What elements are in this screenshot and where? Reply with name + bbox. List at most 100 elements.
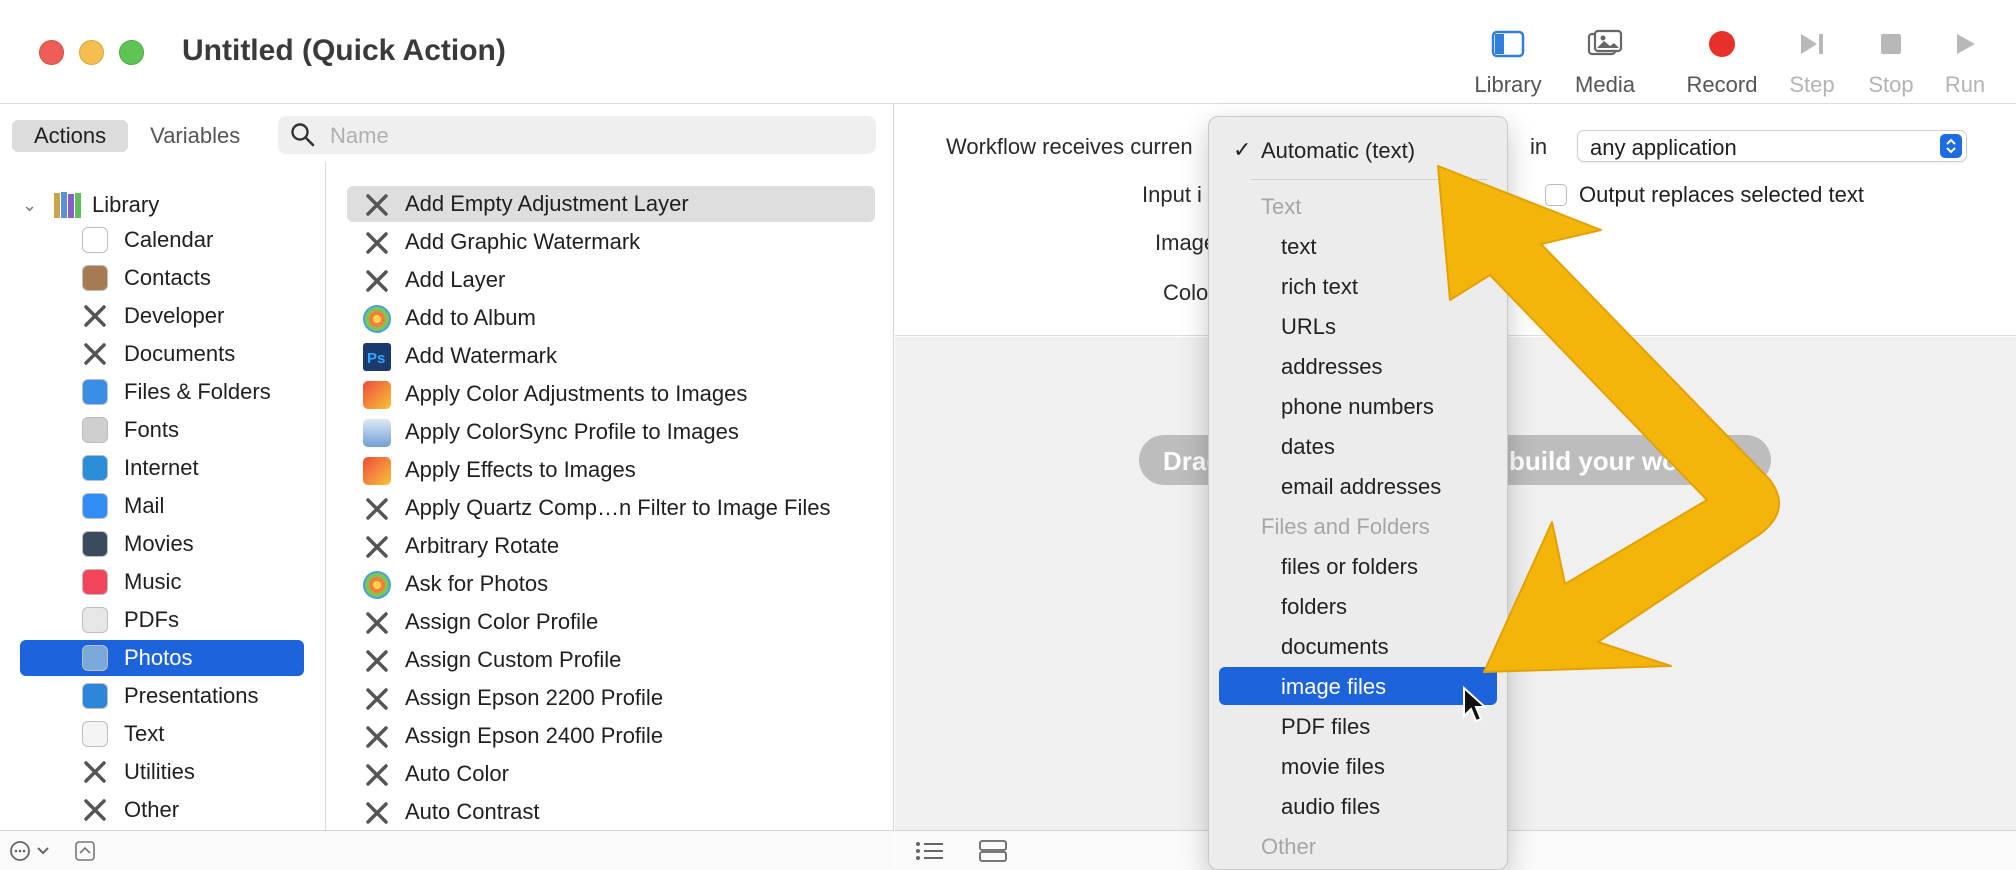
photos-icon <box>363 571 391 599</box>
search-input[interactable]: Name <box>278 116 876 154</box>
tab-variables[interactable]: Variables <box>128 120 262 152</box>
sidebar-item-internet[interactable]: Internet <box>20 450 304 486</box>
photoshop-icon: Ps <box>363 343 391 371</box>
action-item[interactable]: Apply ColorSync Profile to Images <box>347 414 875 450</box>
menu-item-automatic[interactable]: ✓ Automatic (text) <box>1219 131 1497 169</box>
sidebar-item-label: Calendar <box>124 227 214 252</box>
sidebar-item-pdfs[interactable]: PDFs <box>20 602 304 638</box>
sidebar-item-text[interactable]: Text <box>20 716 304 752</box>
menu-item-urls[interactable]: URLs <box>1219 307 1497 345</box>
action-item[interactable]: Add Empty Adjustment Layer <box>347 186 875 222</box>
menu-item-movie-files[interactable]: movie files <box>1219 747 1497 785</box>
sidebar-item-files-folders[interactable]: Files & Folders <box>20 374 304 410</box>
action-item[interactable]: Assign Custom Profile <box>347 642 875 678</box>
library-root[interactable]: ⌄ Library <box>22 188 159 222</box>
menu-section-header: Text <box>1219 187 1497 225</box>
description-toggle-icon[interactable] <box>74 840 96 867</box>
menu-item-folders[interactable]: folders <box>1219 587 1497 625</box>
tools-icon <box>363 267 391 295</box>
library-button[interactable]: Library <box>1453 22 1563 100</box>
tab-actions[interactable]: Actions <box>12 120 129 152</box>
sidebar-item-label: Fonts <box>124 417 180 442</box>
application-popup[interactable]: any application <box>1577 130 1967 162</box>
zoom-window-button[interactable] <box>119 40 144 65</box>
action-item[interactable]: Arbitrary Rotate <box>347 528 875 564</box>
output-replaces-option[interactable]: Output replaces selected text <box>1545 180 1864 210</box>
sidebar-item-music[interactable]: Music <box>20 564 304 600</box>
sidebar-item-photos[interactable]: Photos <box>20 640 304 676</box>
action-item[interactable]: Add Layer <box>347 262 875 298</box>
menu-item-label: movie files <box>1281 754 1385 779</box>
menu-item-phone-numbers[interactable]: phone numbers <box>1219 387 1497 425</box>
sidebar-item-contacts[interactable]: Contacts <box>20 260 304 296</box>
action-label: Add Layer <box>405 267 506 292</box>
sidebar-item-utilities[interactable]: Utilities <box>20 754 304 790</box>
search-icon <box>290 122 316 153</box>
sidebar-item-presentations[interactable]: Presentations <box>20 678 304 714</box>
sidebar-item-developer[interactable]: Developer <box>20 298 304 334</box>
action-item[interactable]: Auto Contrast <box>347 794 875 830</box>
action-item[interactable]: Ps Add Watermark <box>347 338 875 374</box>
menu-item-pdf-files[interactable]: PDF files <box>1219 707 1497 745</box>
workflow-receives-label: Workflow receives curren <box>946 134 1193 159</box>
tools-icon <box>363 229 391 257</box>
close-window-button[interactable] <box>39 40 64 65</box>
menu-item-addresses[interactable]: addresses <box>1219 347 1497 385</box>
menu-item-text[interactable]: text <box>1219 227 1497 265</box>
tools-icon <box>363 799 391 827</box>
sidebar-item-label: Music <box>124 569 182 594</box>
tools-icon <box>363 609 391 637</box>
action-label: Arbitrary Rotate <box>405 533 560 558</box>
tools-icon <box>363 685 391 713</box>
action-label: Apply ColorSync Profile to Images <box>405 419 739 444</box>
more-options-icon[interactable] <box>8 839 54 868</box>
category-list: ⌄ Library Calendar Contacts Developer Docum… <box>0 162 326 830</box>
action-label: Assign Color Profile <box>405 609 599 634</box>
output-replaces-checkbox[interactable] <box>1545 184 1567 206</box>
action-item[interactable]: Add Graphic Watermark <box>347 224 875 260</box>
tools-icon <box>363 647 391 675</box>
action-item[interactable]: Apply Color Adjustments to Images <box>347 376 875 412</box>
menu-item-dates[interactable]: dates <box>1219 427 1497 465</box>
menu-item-rich-text[interactable]: rich text <box>1219 267 1497 305</box>
run-button[interactable]: Run <box>1910 22 2016 100</box>
media-button[interactable]: Media <box>1550 22 1660 100</box>
tools-icon <box>82 797 108 823</box>
sidebar-item-movies[interactable]: Movies <box>20 526 304 562</box>
action-item[interactable]: Ask for Photos <box>347 566 875 602</box>
tools-icon <box>363 495 391 523</box>
menu-item-image-files[interactable]: image files <box>1219 667 1497 705</box>
menu-item-label: dates <box>1281 434 1335 459</box>
menu-item-email-addresses[interactable]: email addresses <box>1219 467 1497 505</box>
sidebar-item-mail[interactable]: Mail <box>20 488 304 524</box>
window-title: Untitled (Quick Action) <box>182 34 506 67</box>
list-view-icon[interactable] <box>915 840 945 867</box>
drag-hint-right: build your wo <box>1509 446 1678 476</box>
action-list: Add Empty Adjustment Layer Add Graphic Wa… <box>327 162 893 830</box>
action-item[interactable]: Auto Color <box>347 756 875 792</box>
action-item[interactable]: Apply Effects to Images <box>347 452 875 488</box>
menu-item-documents[interactable]: documents <box>1219 627 1497 665</box>
action-item[interactable]: Assign Epson 2200 Profile <box>347 680 875 716</box>
menu-item-files-or-folders[interactable]: files or folders <box>1219 547 1497 585</box>
sidebar-item-other[interactable]: Other <box>20 792 304 828</box>
action-label: Assign Epson 2200 Profile <box>405 685 664 710</box>
globe-icon <box>82 455 108 481</box>
sidebar-item-calendar[interactable]: Calendar <box>20 222 304 258</box>
action-label: Apply Color Adjustments to Images <box>405 381 748 406</box>
sidebar-item-label: Text <box>124 721 165 746</box>
flow-view-icon[interactable] <box>978 839 1008 868</box>
action-item[interactable]: Assign Epson 2400 Profile <box>347 718 875 754</box>
action-item[interactable]: Assign Color Profile <box>347 604 875 640</box>
menu-item-audio-files[interactable]: audio files <box>1219 787 1497 825</box>
menu-section-label: Text <box>1261 194 1302 219</box>
sidebar-item-fonts[interactable]: Fonts <box>20 412 304 448</box>
chevron-down-icon[interactable]: ⌄ <box>22 195 52 216</box>
action-label: Assign Custom Profile <box>405 647 622 672</box>
menu-item-label: rich text <box>1281 274 1359 299</box>
menu-item-label: PDF files <box>1281 714 1371 739</box>
action-item[interactable]: Add to Album <box>347 300 875 336</box>
minimize-window-button[interactable] <box>79 40 104 65</box>
sidebar-item-documents[interactable]: Documents <box>20 336 304 372</box>
action-item[interactable]: Apply Quartz Comp…n Filter to Image File… <box>347 490 875 526</box>
